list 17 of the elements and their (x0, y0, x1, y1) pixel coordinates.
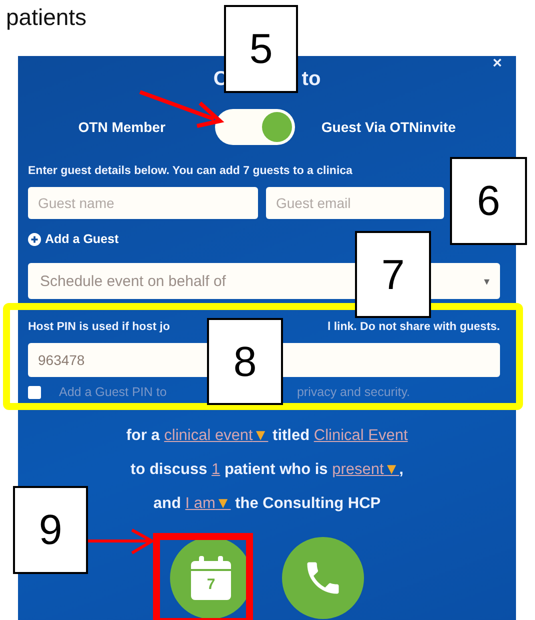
callout-tooltip: 8 (207, 318, 283, 405)
callout-tooltip: 9 (13, 486, 88, 574)
pin-hint-text: l link. Do not share with guests. (327, 321, 500, 335)
checkbox-label: Add a Guest PIN to (59, 385, 167, 399)
callout-tooltip: 7 (355, 231, 431, 318)
caption-text: patients (5, 3, 88, 32)
instructions-text: Enter guest details below. You can add 7 guests to a clinica (28, 165, 354, 177)
callout-tooltip: 5 (224, 5, 298, 93)
pin-hint-text: Host PIN is used if host jo (28, 321, 170, 335)
checkbox-label: privacy and security. (296, 385, 410, 399)
dialog-title: to (302, 68, 321, 92)
summary-sentence: for a clinical event▼ titled Clinical Event (126, 426, 408, 446)
toggle-label: OTN Member (78, 119, 166, 135)
toggle-label: Guest Via OTNinvite (321, 119, 456, 135)
summary-sentence: to discuss 1 patient who is present▼, (130, 460, 404, 480)
callout-tooltip: 6 (450, 157, 527, 245)
summary-sentence: and I am▼ the Consulting HCP (153, 494, 381, 514)
